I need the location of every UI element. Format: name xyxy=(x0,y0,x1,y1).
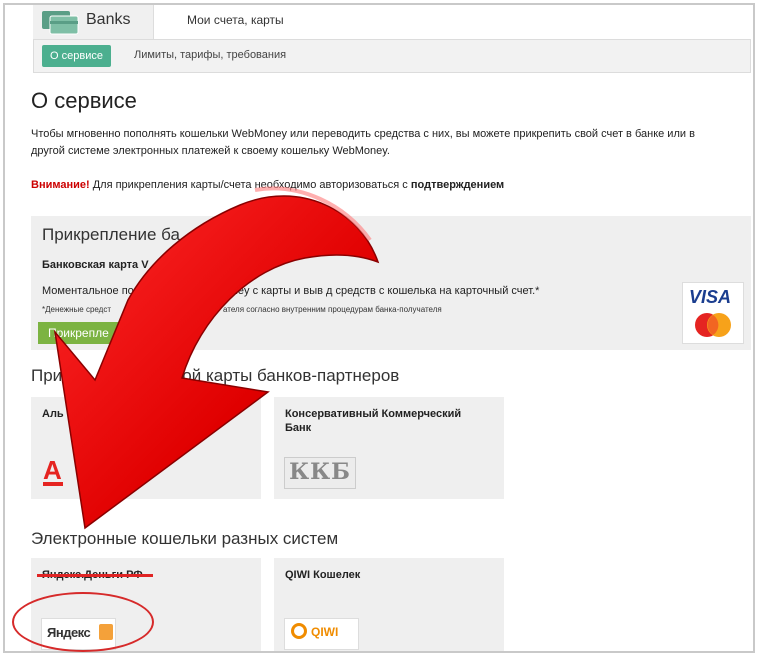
page-title: О сервисе xyxy=(31,88,137,113)
warning-line: Внимание! Для прикрепления карты/счета н… xyxy=(31,179,504,191)
tab-banks[interactable]: Banks xyxy=(33,5,154,39)
card-note-start: *Денежные средст xyxy=(42,305,112,314)
warning-label: Внимание! xyxy=(31,179,90,191)
kkb-logo: ККБ xyxy=(284,457,356,489)
card-note-end: ателя согласно внутренним процедурам бан… xyxy=(223,305,442,314)
partners-title-end: ской карты банков-партнеров xyxy=(166,366,400,385)
sub-navigation: О сервисе Лимиты, тарифы, требования xyxy=(33,39,751,73)
about-service-button[interactable]: О сервисе xyxy=(42,45,111,67)
alfa-bank-logo: А xyxy=(41,455,87,489)
card-attach-section: Прикрепление ба Банковская карта V го Мом… xyxy=(31,216,751,350)
top-tabbar: Banks Мои счета, карты О сервисе Лимиты,… xyxy=(33,5,753,74)
tab-my-accounts[interactable]: Мои счета, карты xyxy=(187,13,284,27)
partner-tile-alfa[interactable]: Аль А xyxy=(31,397,261,499)
qiwi-logo-text: QIWI xyxy=(311,625,339,639)
attach-card-button[interactable]: Прикрепле xyxy=(38,322,178,344)
alfa-logo-bar xyxy=(43,482,63,486)
card-section-title-text: Прикрепление ба xyxy=(42,225,180,244)
wallet-name: QIWI Кошелек xyxy=(285,569,361,581)
confirmation-link[interactable]: подтверждением xyxy=(411,179,504,191)
intro-text: Чтобы мгновенно пополнять кошельки WebMo… xyxy=(31,128,695,157)
partner-name: Консервативный Коммерческий Банк xyxy=(285,408,462,434)
card-section-subtitle: Банковская карта V го xyxy=(42,259,255,271)
qiwi-logo: QIWI xyxy=(284,618,359,650)
card-desc-start: Моментальное по xyxy=(42,285,134,297)
banks-card-icon xyxy=(42,11,80,40)
yandex-underline-highlight xyxy=(37,574,153,577)
partners-title-start: При xyxy=(31,366,63,385)
wallet-tile-qiwi[interactable]: QIWI Кошелек QIWI xyxy=(274,558,504,651)
card-subtitle-start: Банковская карта V xyxy=(42,259,149,271)
warning-text: Для прикрепления карты/счета необходимо … xyxy=(89,179,411,191)
visa-logo: VISA xyxy=(689,287,732,307)
card-desc-end: ney с карты и выв д средств с кошелька н… xyxy=(231,285,540,297)
brand-label: Banks xyxy=(86,11,131,28)
qiwi-circle-icon xyxy=(291,623,307,639)
partner-tile-kkb[interactable]: Консервативный Коммерческий Банк ККБ xyxy=(274,397,504,499)
partner-name: Аль xyxy=(42,408,64,420)
partners-title: При ской карты банков-партнеров xyxy=(31,366,399,386)
card-section-title: Прикрепление ба xyxy=(42,225,180,245)
page-frame: Banks Мои счета, карты О сервисе Лимиты,… xyxy=(3,3,755,653)
visa-mastercard-logo: VISA xyxy=(682,282,744,344)
card-subtitle-end: го xyxy=(243,259,255,271)
limits-link[interactable]: Лимиты, тарифы, требования xyxy=(134,49,286,61)
mastercard-icon xyxy=(695,313,731,337)
card-section-desc: Моментальное по ney с карты и выв д средс… xyxy=(42,285,539,297)
wallets-title: Электронные кошельки разных систем xyxy=(31,529,339,548)
yandex-circle-highlight xyxy=(12,592,154,652)
card-section-note: *Денежные средст ателя согласно внутренни… xyxy=(42,305,442,314)
